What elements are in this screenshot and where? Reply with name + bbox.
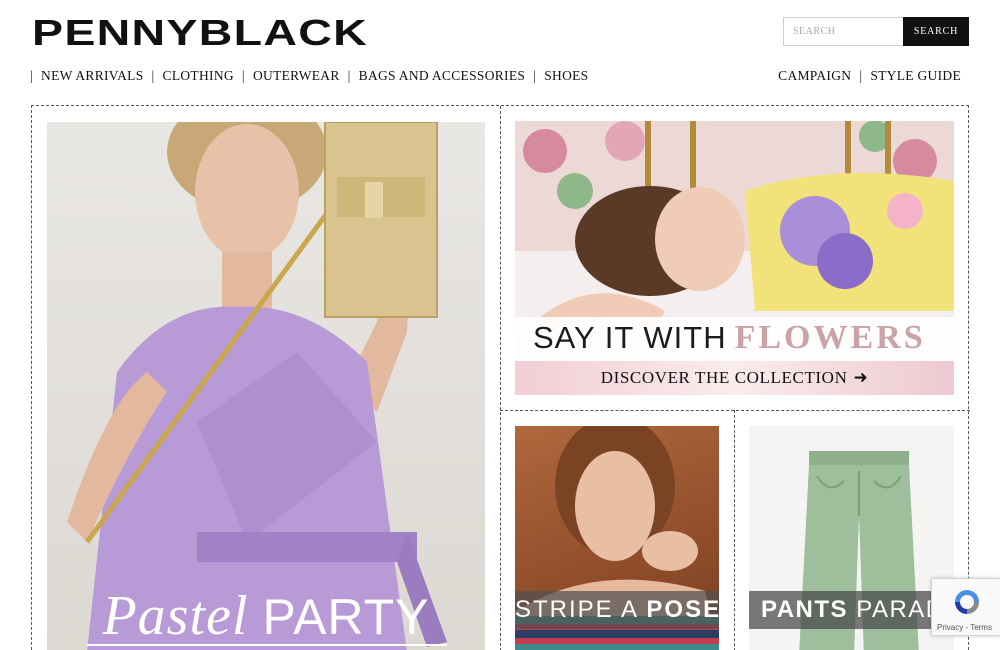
nav-new-arrivals[interactable]: NEW ARRIVALS <box>41 68 144 84</box>
nav-clothing[interactable]: CLOTHING <box>163 68 234 84</box>
say-it-with-flowers-heading: SAY IT WITH FLOWERS <box>533 319 926 357</box>
brand-logo[interactable]: PENNYBLACK <box>32 14 370 52</box>
heading-word: POSE <box>646 596 719 623</box>
promo-tile-say-it-with-flowers[interactable]: SAY IT WITH FLOWERS DISCOVER THE COLLECTI… <box>515 121 954 395</box>
heading-word: PARTY <box>262 589 430 645</box>
search-input[interactable] <box>783 17 903 46</box>
heading-word: Pastel <box>102 585 249 647</box>
nav-shoes[interactable]: SHOES <box>544 68 588 84</box>
search-button[interactable]: SEARCH <box>903 17 969 46</box>
discover-collection-link[interactable]: DISCOVER THE COLLECTION ➜ <box>515 361 954 395</box>
heading-word: STRIPE A <box>515 596 638 623</box>
search-bar: SEARCH <box>783 17 969 46</box>
nav-separator: | <box>151 68 155 83</box>
promo-tile-pants-parade[interactable]: PANTS PARADE <box>749 426 954 650</box>
nav-bags-and-accessories[interactable]: BAGS AND ACCESSORIES <box>359 68 526 84</box>
nav-separator: | <box>241 68 245 83</box>
arrow-right-icon: ➜ <box>853 368 869 388</box>
promo-tile-pastel-party[interactable]: Pastel PARTY <box>47 122 485 650</box>
recaptcha-icon <box>955 590 979 614</box>
grid-divider <box>500 410 970 411</box>
grid-divider <box>500 106 501 650</box>
heading-word: FLOWERS <box>734 319 926 356</box>
stripe-a-pose-heading: STRIPE A POSE <box>515 591 719 629</box>
pastel-party-image <box>67 122 447 650</box>
nav-separator: | <box>859 68 863 83</box>
nav-outerwear[interactable]: OUTERWEAR <box>253 68 340 84</box>
nav-separator: | <box>30 68 34 83</box>
nav-style-guide[interactable]: STYLE GUIDE <box>870 68 961 84</box>
heading-word: PANTS <box>761 596 849 623</box>
nav-separator: | <box>533 68 537 83</box>
recaptcha-terms[interactable]: Privacy - Terms <box>937 623 992 632</box>
nav-campaign[interactable]: CAMPAIGN <box>778 68 851 84</box>
discover-collection-label: DISCOVER THE COLLECTION <box>600 368 848 387</box>
pants-parade-heading: PANTS PARADE <box>749 591 954 629</box>
nav-separator: | <box>347 68 351 83</box>
brand-wordmark: PENNYBLACK <box>32 14 368 52</box>
secondary-nav: CAMPAIGN | STYLE GUIDE <box>778 68 961 84</box>
heading-word: SAY IT WITH <box>533 320 727 355</box>
main-nav: | NEW ARRIVALS | CLOTHING | OUTERWEAR | … <box>30 68 588 84</box>
recaptcha-badge[interactable]: Privacy - Terms <box>931 578 1000 636</box>
promo-tile-stripe-a-pose[interactable]: STRIPE A POSE <box>515 426 719 650</box>
promo-grid: Pastel PARTY SAY IT WITH FLOWERS DISCOVE… <box>31 105 970 650</box>
heading-underline <box>87 644 447 646</box>
pastel-party-heading: Pastel PARTY <box>47 584 485 648</box>
grid-divider <box>734 410 735 650</box>
